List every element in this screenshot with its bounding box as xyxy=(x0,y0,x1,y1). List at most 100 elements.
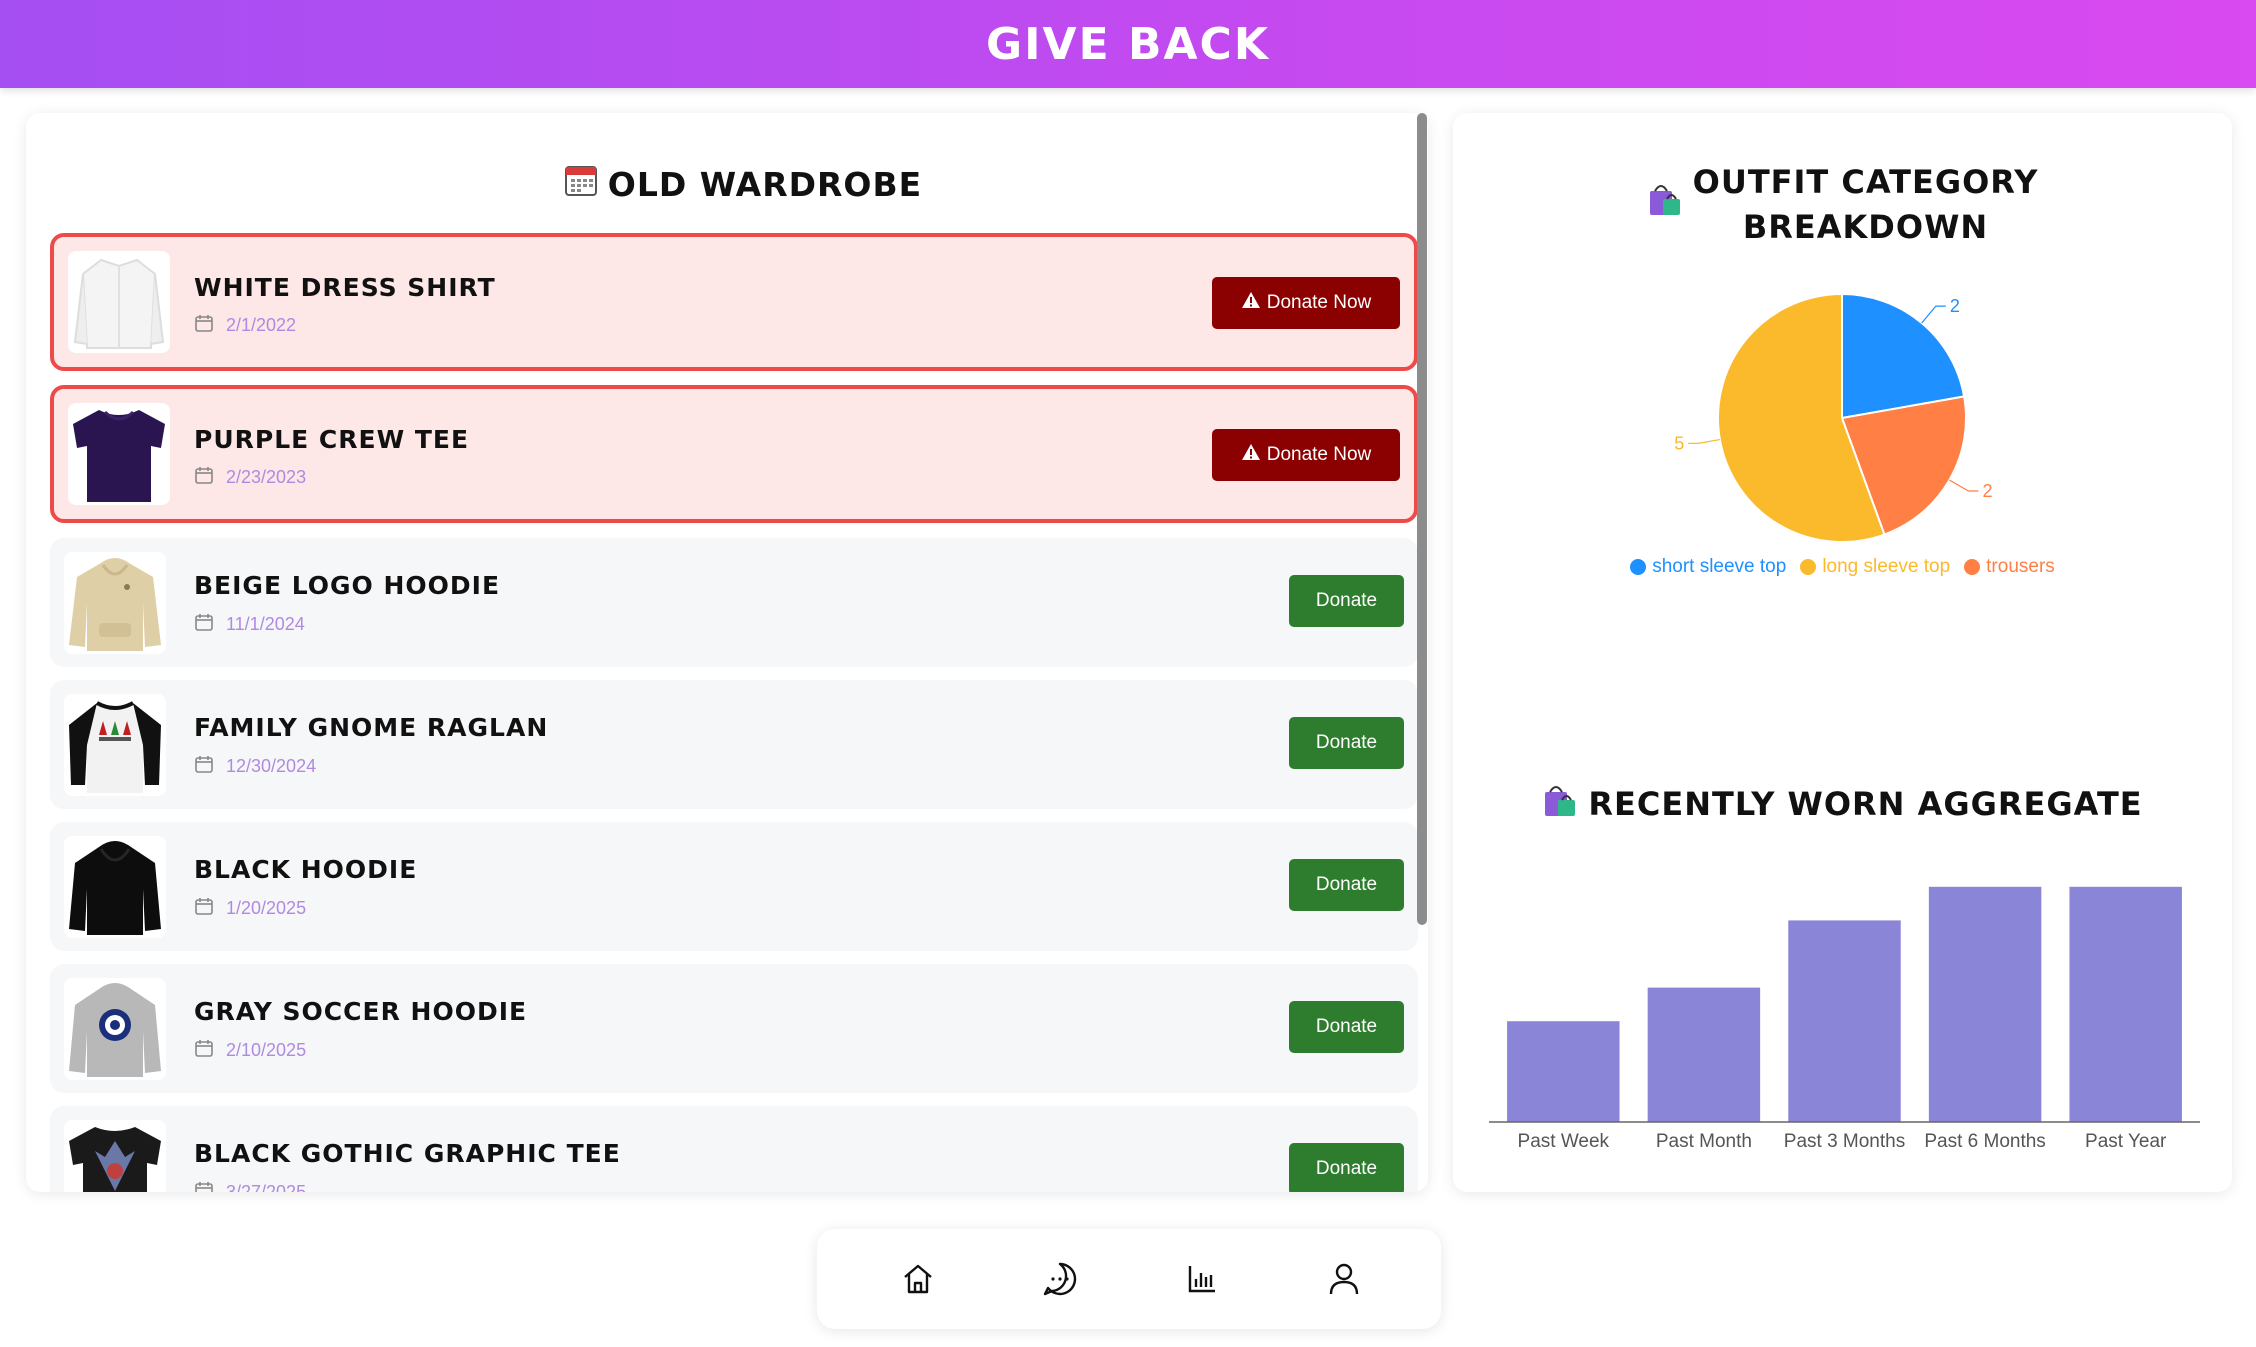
recently-worn-heading: RECENTLY WORN AGGREGATE xyxy=(1453,782,2232,826)
outfit-category-title-line2: BREAKDOWN xyxy=(1742,208,1989,246)
old-wardrobe-card[interactable]: OLD WARDROBE WHITE DRESS SHIRT 2/1/2022 … xyxy=(26,113,1428,1192)
calendar-icon xyxy=(194,612,214,637)
chat-icon[interactable] xyxy=(1038,1257,1082,1301)
item-date-text: 2/23/2023 xyxy=(226,467,307,487)
item-name: PURPLE CREW TEE xyxy=(194,425,470,454)
recently-worn-bar-chart: Past Week Past Month Past 3 Months Past 6 M… xyxy=(1489,886,2200,1152)
item-date: 1/20/2025 xyxy=(194,896,306,921)
legend-dot xyxy=(1800,559,1817,575)
bar-past-year[interactable] xyxy=(2069,886,2182,1122)
pie-value-label: 5 xyxy=(1674,433,1684,453)
donate-button[interactable]: Donate xyxy=(1289,859,1404,911)
item-date-text: 3/27/2025 xyxy=(226,1182,307,1192)
item-name: WHITE DRESS SHIRT xyxy=(194,273,496,302)
item-image-gnome-raglan xyxy=(64,693,166,796)
donate-button[interactable]: Donate xyxy=(1289,1143,1404,1192)
pie-label-line xyxy=(1949,479,1979,492)
item-name: BLACK HOODIE xyxy=(194,855,418,884)
bar-past-week[interactable] xyxy=(1507,1021,1620,1122)
warning-icon xyxy=(1241,443,1261,467)
legend-dot xyxy=(1630,559,1647,575)
legend-item[interactable]: long sleeve top xyxy=(1800,556,1950,578)
item-image-gothic-tee xyxy=(64,1119,166,1192)
calendar-icon xyxy=(194,465,214,490)
item-date-text: 1/20/2025 xyxy=(226,898,307,918)
item-image-gray-hoodie xyxy=(64,977,166,1080)
calendar-icon xyxy=(194,1038,214,1063)
item-name: BEIGE LOGO HOODIE xyxy=(194,571,501,600)
legend-dot xyxy=(1964,559,1981,575)
bar-past-3-months[interactable] xyxy=(1788,920,1901,1122)
home-icon[interactable] xyxy=(896,1257,940,1301)
wardrobe-item[interactable]: BEIGE LOGO HOODIE 11/1/2024 Donate xyxy=(50,538,1418,667)
donate-button[interactable]: Donate xyxy=(1289,575,1404,627)
donate-button[interactable]: Donate xyxy=(1289,1001,1404,1053)
bar-category-label: Past Week xyxy=(1518,1131,1610,1152)
wardrobe-scrollbar[interactable] xyxy=(1417,113,1427,925)
wardrobe-item[interactable]: WHITE DRESS SHIRT 2/1/2022 Donate Now xyxy=(50,233,1418,371)
wardrobe-item[interactable]: BLACK GOTHIC GRAPHIC TEE 3/27/2025 Donat… xyxy=(50,1106,1418,1192)
legend-label: long sleeve top xyxy=(1822,556,1951,577)
item-name: GRAY SOCCER HOODIE xyxy=(194,997,528,1026)
donate-now-label: Donate Now xyxy=(1266,444,1372,465)
calendar-icon xyxy=(194,313,214,338)
item-date-text: 2/1/2022 xyxy=(226,315,297,335)
warning-icon xyxy=(1241,291,1261,315)
donate-now-label: Donate Now xyxy=(1266,292,1372,313)
calendar-icon xyxy=(194,754,214,779)
bottom-nav xyxy=(817,1229,1441,1329)
item-date: 2/1/2022 xyxy=(194,313,296,338)
outfit-category-title-line1: OUTFIT CATEGORY xyxy=(1692,163,2039,201)
item-date: 2/10/2025 xyxy=(194,1038,306,1063)
item-image-beige-hoodie xyxy=(64,551,166,654)
item-date-text: 2/10/2025 xyxy=(226,1040,307,1060)
page-title: GIVE BACK xyxy=(986,18,1270,70)
bar-category-label: Past Year xyxy=(2085,1131,2167,1152)
recently-worn-title: RECENTLY WORN AGGREGATE xyxy=(1588,785,2143,823)
legend-label: short sleeve top xyxy=(1652,556,1787,577)
outfit-category-heading: OUTFIT CATEGORY BREAKDOWN xyxy=(1453,160,2232,250)
pie-value-label: 2 xyxy=(1950,296,1960,316)
item-image-purple-tee xyxy=(68,403,170,505)
shopping-bags-icon xyxy=(1542,782,1578,826)
item-date: 11/1/2024 xyxy=(194,612,305,637)
bar-past-month[interactable] xyxy=(1647,987,1761,1122)
old-wardrobe-title: OLD WARDROBE xyxy=(607,164,923,204)
profile-icon[interactable] xyxy=(1322,1257,1366,1301)
item-name: FAMILY GNOME RAGLAN xyxy=(194,713,549,742)
item-date-text: 11/1/2024 xyxy=(226,614,305,634)
wardrobe-item[interactable]: PURPLE CREW TEE 2/23/2023 Donate Now xyxy=(50,385,1418,523)
item-name: BLACK GOTHIC GRAPHIC TEE xyxy=(194,1139,621,1168)
legend-item[interactable]: short sleeve top xyxy=(1630,556,1786,578)
calendar-emoji-icon xyxy=(564,163,598,205)
pie-value-label: 2 xyxy=(1982,481,1992,501)
wardrobe-item[interactable]: FAMILY GNOME RAGLAN 12/30/2024 Donate xyxy=(50,680,1418,809)
item-date: 3/27/2025 xyxy=(194,1180,306,1192)
pie-legend: short sleeve top long sleeve top trousers xyxy=(1453,556,2232,578)
legend-item[interactable]: trousers xyxy=(1964,556,2055,578)
chart-icon[interactable] xyxy=(1180,1257,1224,1301)
legend-label: trousers xyxy=(1986,556,2055,577)
bar-category-label: Past 3 Months xyxy=(1784,1131,1905,1152)
pie-label-line xyxy=(1921,305,1946,324)
donate-now-button[interactable]: Donate Now xyxy=(1212,429,1400,481)
calendar-icon xyxy=(194,896,214,921)
bar-category-label: Past Month xyxy=(1656,1131,1752,1152)
bar-past-6-months[interactable] xyxy=(1928,886,2042,1122)
item-date-text: 12/30/2024 xyxy=(226,756,317,776)
bar-category-label: Past 6 Months xyxy=(1924,1131,2045,1152)
shopping-bags-icon xyxy=(1647,181,1683,229)
app-header: GIVE BACK xyxy=(0,0,2256,88)
pie-label-line xyxy=(1688,438,1720,444)
donate-now-button[interactable]: Donate Now xyxy=(1212,277,1400,329)
item-date: 12/30/2024 xyxy=(194,754,316,779)
outfit-category-title: OUTFIT CATEGORY BREAKDOWN xyxy=(1693,160,2039,250)
item-image-black-hoodie xyxy=(64,835,166,938)
wardrobe-item[interactable]: GRAY SOCCER HOODIE 2/10/2025 Donate xyxy=(50,964,1418,1093)
wardrobe-item[interactable]: BLACK HOODIE 1/20/2025 Donate xyxy=(50,822,1418,951)
calendar-icon xyxy=(194,1180,214,1192)
item-date: 2/23/2023 xyxy=(194,465,306,490)
item-image-white-shirt xyxy=(68,251,170,353)
category-pie-chart: 2 2 5 xyxy=(1674,292,1992,543)
donate-button[interactable]: Donate xyxy=(1289,717,1404,769)
